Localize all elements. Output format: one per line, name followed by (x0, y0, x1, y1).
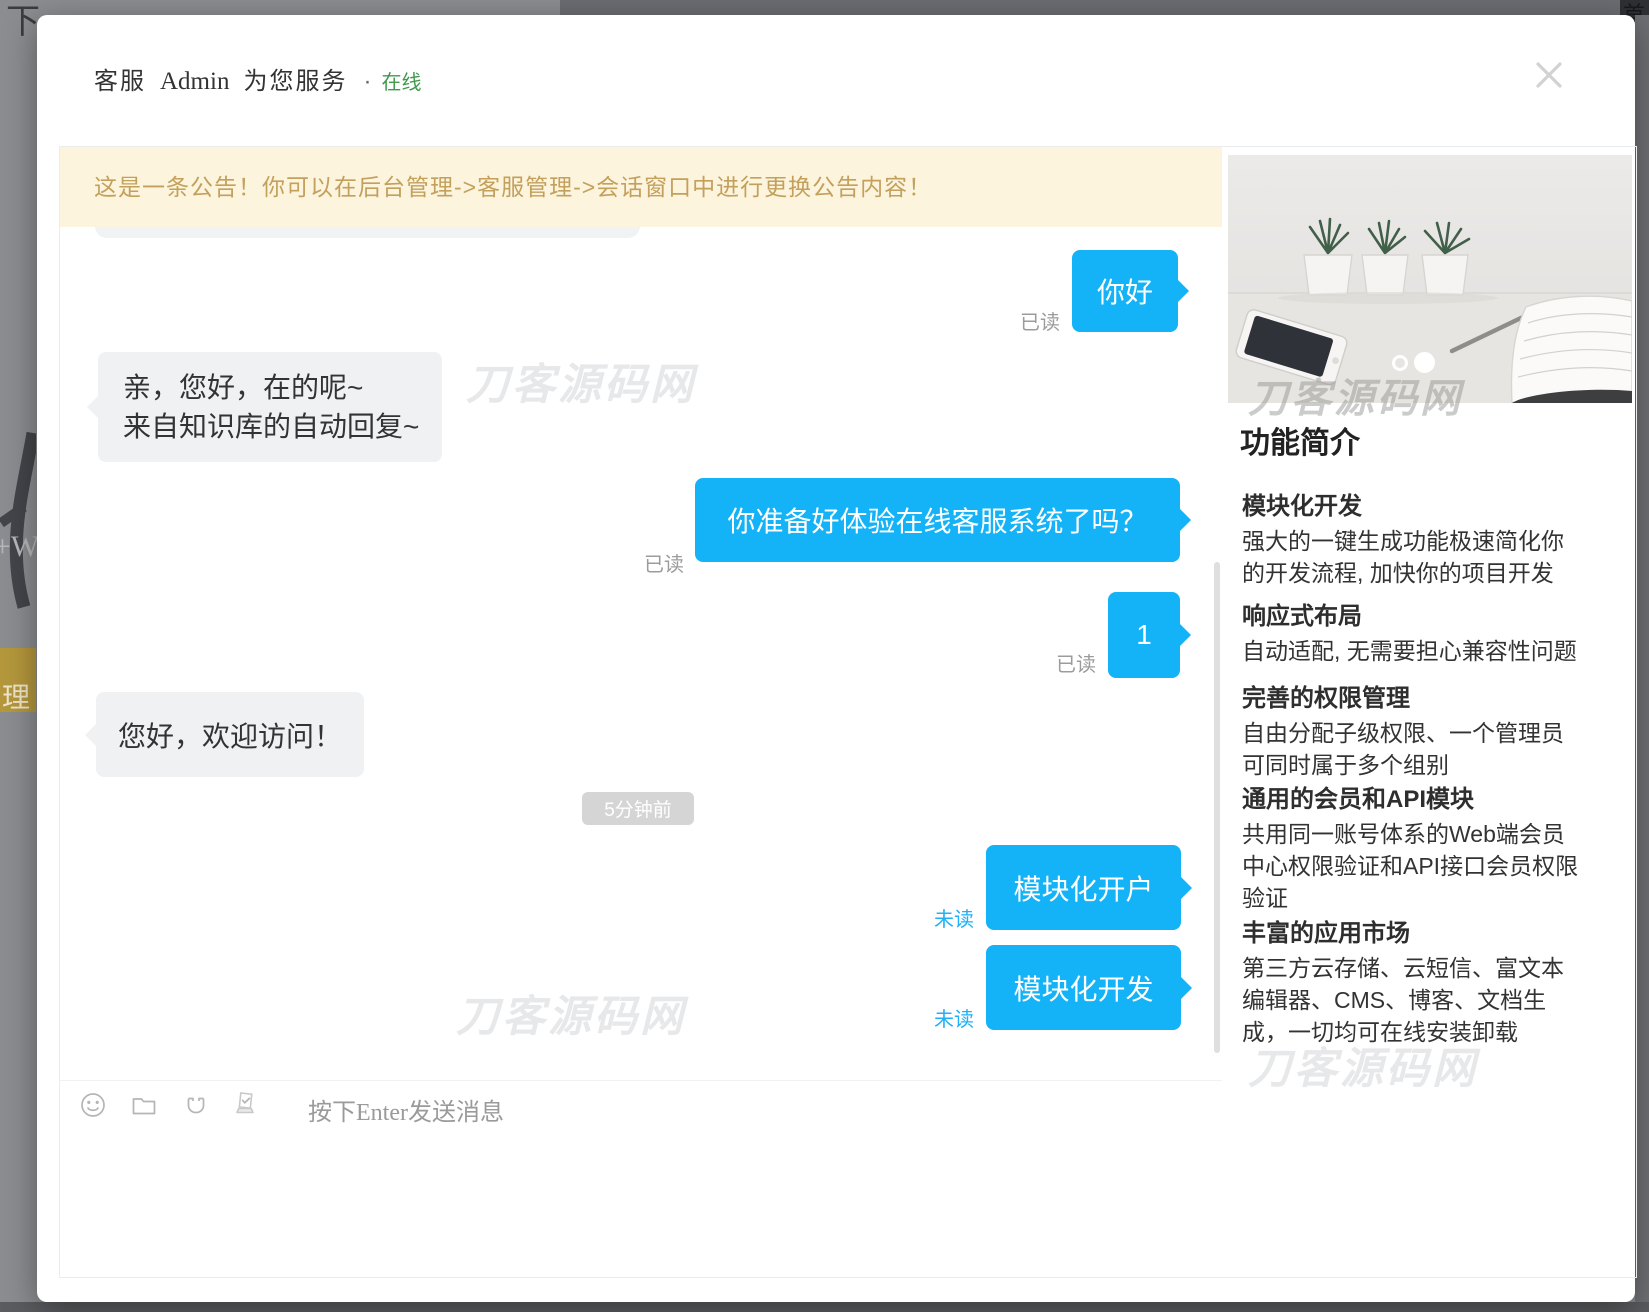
evaluate-icon[interactable] (229, 1088, 261, 1120)
bag-icon[interactable] (181, 1091, 211, 1121)
backdrop-left-text: +W (0, 530, 39, 564)
screen: 下 首 +W 理 客服 Admin 为您服务 · 在线 这是一条公告！你可以在后… (0, 0, 1649, 1312)
read-status: 已读 (540, 548, 684, 577)
message-bubble-incoming: 亲，您好，在的呢~ 来自知识库的自动回复~ (98, 352, 442, 462)
emoji-icon[interactable] (78, 1090, 108, 1120)
separator-dot: · (363, 68, 371, 96)
service-label: 客服 (94, 61, 146, 96)
dialog-header: 客服 Admin 为您服务 · 在线 (94, 61, 421, 96)
message-bubble-outgoing: 你好 (1072, 250, 1178, 332)
message-bubble-outgoing: 模块化开户 (986, 845, 1181, 930)
online-status: 在线 (381, 66, 421, 95)
backdrop-gold-text: 理 (2, 676, 30, 712)
watermark: 刀客源码网 (456, 982, 686, 1044)
composer-divider (60, 1080, 1222, 1081)
feature-desc: 强大的一键生成功能极速简化你的开发流程, 加快你的项目开发 (1242, 525, 1584, 589)
watermark: 刀客源码网 (1248, 366, 1463, 424)
feature-item: 通用的会员和API模块 共用同一账号体系的Web端会员中心权限验证和API接口会… (1242, 779, 1584, 914)
feature-desc: 共用同一账号体系的Web端会员中心权限验证和API接口会员权限验证 (1242, 818, 1584, 914)
watermark: 刀客源码网 (466, 350, 696, 412)
feature-desc: 自动适配, 无需要担心兼容性问题 (1242, 635, 1584, 667)
carousel-dot-active[interactable] (1414, 352, 1435, 373)
feature-item: 模块化开发 强大的一键生成功能极速简化你的开发流程, 加快你的项目开发 (1242, 486, 1584, 589)
backdrop-right-strip (1635, 15, 1649, 1302)
feature-title: 丰富的应用市场 (1242, 913, 1584, 948)
feature-title: 模块化开发 (1242, 486, 1584, 521)
service-suffix: 为您服务 (243, 61, 347, 96)
watermark: 刀客源码网 (1248, 1034, 1478, 1096)
backdrop-top-left-text: 下 (6, 0, 40, 43)
unread-status: 未读 (874, 1003, 974, 1032)
chat-scrollbar-thumb[interactable] (1214, 562, 1220, 1053)
timestamp-pill: 5分钟前 (582, 792, 694, 825)
message-bubble-incoming: 您好，欢迎访问！ (96, 692, 364, 777)
feature-title: 响应式布局 (1242, 596, 1584, 631)
feature-item: 丰富的应用市场 第三方云存储、云短信、富文本编辑器、CMS、博客、文档生成，一切… (1242, 913, 1584, 1048)
read-status: 已读 (996, 648, 1096, 677)
folder-icon[interactable] (129, 1091, 159, 1121)
close-icon[interactable] (1529, 55, 1569, 95)
message-bubble-outgoing: 1 (1108, 592, 1180, 678)
feature-title: 通用的会员和API模块 (1242, 779, 1584, 814)
announcement-bar: 这是一条公告！你可以在后台管理->客服管理->会话窗口中进行更换公告内容！ (60, 147, 1222, 227)
message-bubble-outgoing: 模块化开发 (986, 945, 1181, 1030)
unread-status: 未读 (874, 903, 974, 932)
message-bubble-outgoing: 你准备好体验在线客服系统了吗？ (695, 478, 1180, 562)
feature-item: 完善的权限管理 自由分配子级权限、一个管理员可同时属于多个组别 (1242, 678, 1584, 781)
message-text: 亲，您好，在的呢~ 来自知识库的自动回复~ (123, 368, 419, 446)
message-input[interactable] (61, 1136, 1221, 1274)
sidebar-title: 功能简介 (1240, 418, 1360, 462)
read-status: 已读 (960, 306, 1060, 335)
backdrop-bottom-strip (0, 1302, 1649, 1312)
carousel-dot-inactive[interactable] (1392, 355, 1408, 371)
agent-name: Admin (160, 68, 229, 96)
composer-placeholder: 按下Enter发送消息 (308, 1092, 504, 1127)
feature-item: 响应式布局 自动适配, 无需要担心兼容性问题 (1242, 596, 1584, 667)
feature-desc: 自由分配子级权限、一个管理员可同时属于多个组别 (1242, 717, 1584, 781)
backdrop-top-bar (560, 0, 1649, 15)
feature-title: 完善的权限管理 (1242, 678, 1584, 713)
backdrop-gold-block: 理 (0, 648, 36, 712)
